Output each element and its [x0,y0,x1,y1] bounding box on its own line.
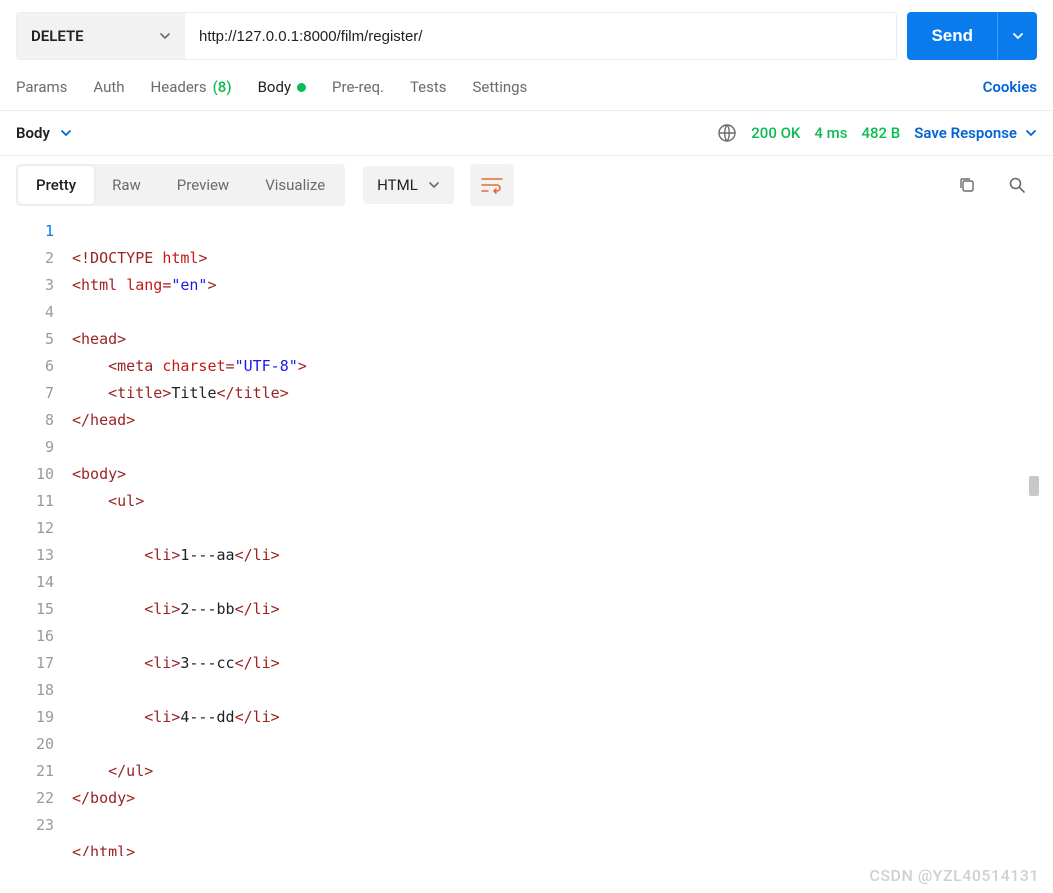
copy-icon [958,176,976,194]
code-content: <!DOCTYPE html> <html lang="en"> <head> … [72,216,1053,856]
http-method-value: DELETE [31,27,84,45]
watermark-text: CSDN @YZL40514131 [869,866,1039,885]
view-tab-preview[interactable]: Preview [159,166,247,204]
view-tab-pretty[interactable]: Pretty [18,166,94,204]
chevron-down-icon [1025,127,1037,139]
line-number-gutter: 1234567891011121314151617181920212223 [16,216,72,856]
search-icon [1008,176,1026,194]
wrap-icon [481,176,503,194]
tab-prereq[interactable]: Pre-req. [332,78,384,96]
tab-settings[interactable]: Settings [473,78,528,96]
http-method-select[interactable]: DELETE [16,12,186,60]
chevron-down-icon [428,179,440,191]
response-time: 4 ms [814,124,847,142]
search-button[interactable] [997,165,1037,205]
scrollbar-thumb[interactable] [1029,476,1039,496]
globe-icon[interactable] [717,123,737,143]
view-mode-tabs: Pretty Raw Preview Visualize [16,164,345,206]
copy-button[interactable] [947,165,987,205]
chevron-down-icon [1012,30,1024,42]
save-response-button[interactable]: Save Response [914,124,1037,142]
response-size: 482 B [861,124,900,142]
status-code: 200 OK [751,124,800,142]
tab-body[interactable]: Body [258,78,306,96]
body-modified-indicator [297,83,306,92]
tab-headers[interactable]: Headers (8) [151,78,232,96]
send-button[interactable]: Send [907,12,997,60]
chevron-down-icon [159,30,171,42]
tab-auth[interactable]: Auth [93,78,124,96]
url-input[interactable] [185,12,897,60]
format-select[interactable]: HTML [363,166,454,204]
response-body-viewer[interactable]: 1234567891011121314151617181920212223 <!… [0,216,1053,856]
word-wrap-button[interactable] [470,164,514,206]
headers-count-badge: (8) [213,78,232,96]
view-tab-raw[interactable]: Raw [94,166,159,204]
view-tab-visualize[interactable]: Visualize [247,166,343,204]
send-options-button[interactable] [997,12,1037,60]
response-section-select[interactable]: Body [16,124,72,142]
tab-params[interactable]: Params [16,78,67,96]
chevron-down-icon [60,127,72,139]
cookies-link[interactable]: Cookies [983,78,1037,96]
tab-tests[interactable]: Tests [410,78,447,96]
